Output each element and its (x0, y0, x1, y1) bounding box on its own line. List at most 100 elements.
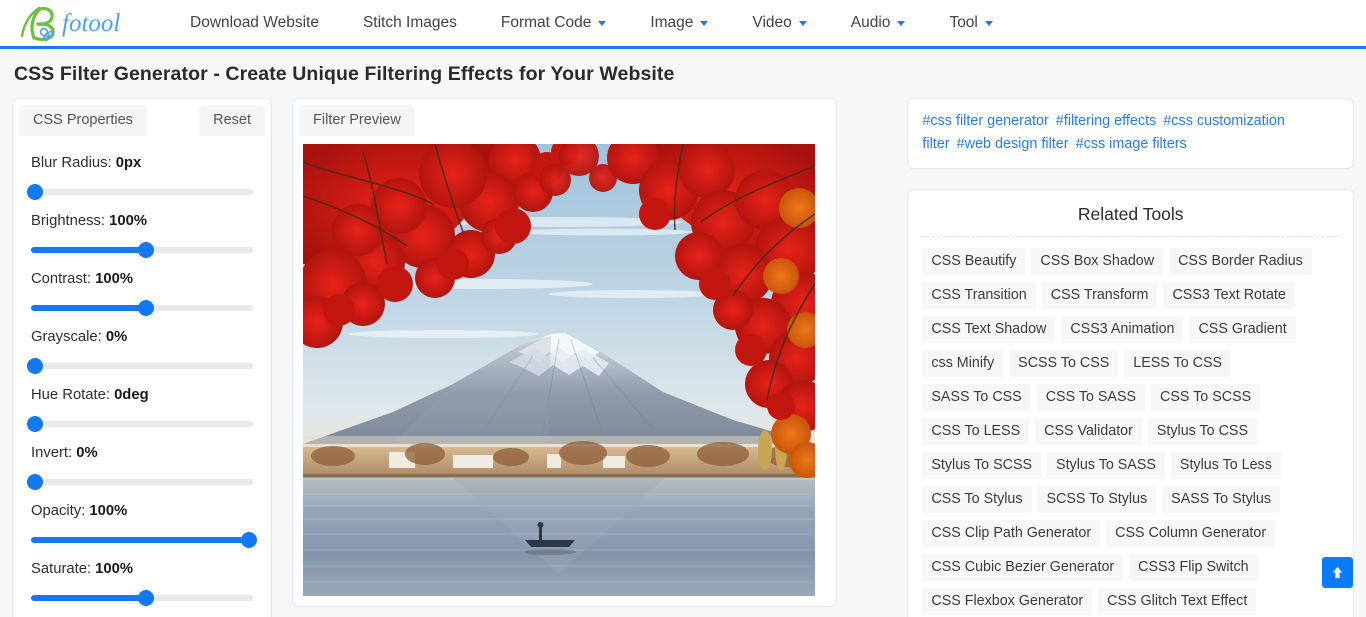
slider-value: 100% (95, 271, 133, 287)
slider-saturate[interactable] (31, 590, 253, 606)
slider-knob[interactable] (27, 474, 43, 490)
slider-knob[interactable] (138, 242, 154, 258)
related-tool-chip[interactable]: Stylus To SASS (1047, 452, 1165, 479)
related-tool-chip[interactable]: css Minify (922, 350, 1003, 377)
related-tools-list: CSS BeautifyCSS Box ShadowCSS Border Rad… (922, 248, 1339, 617)
slider-contrast[interactable] (31, 300, 253, 316)
related-tool-chip[interactable]: CSS Glitch Text Effect (1098, 588, 1256, 615)
related-tool-chip[interactable]: SASS To CSS (922, 384, 1030, 411)
related-tool-chip[interactable]: CSS3 Flip Switch (1129, 554, 1257, 581)
related-tool-chip[interactable]: CSS To LESS (922, 418, 1029, 445)
page-title: CSS Filter Generator - Create Unique Fil… (0, 49, 1366, 98)
slider-label-hue-rotate: Hue Rotate: 0deg (31, 387, 253, 403)
slider-knob[interactable] (138, 590, 154, 606)
related-tool-chip[interactable]: SASS To Stylus (1162, 486, 1280, 513)
svg-text:fotool: fotool (62, 10, 120, 37)
chevron-down-icon (799, 21, 807, 26)
preview-body (293, 136, 836, 606)
related-tool-chip[interactable]: CSS Column Generator (1106, 520, 1275, 547)
slider-knob[interactable] (241, 532, 257, 548)
main-navbar: fotool Download Website Stitch Images Fo… (0, 0, 1366, 49)
slider-knob[interactable] (138, 300, 154, 316)
related-tool-chip[interactable]: SCSS To Stylus (1038, 486, 1157, 513)
slider-label-text: Hue Rotate: (31, 387, 114, 403)
left-column: CSS Properties Reset Blur Radius: 0px Bri… (12, 98, 895, 617)
related-tool-chip[interactable]: CSS Box Shadow (1031, 248, 1163, 275)
site-logo[interactable]: fotool (14, 2, 138, 44)
slider-label-text: Grayscale: (31, 329, 106, 345)
slider-label-saturate: Saturate: 100% (31, 561, 253, 577)
related-tool-chip[interactable]: CSS To SCSS (1151, 384, 1260, 411)
slider-hue-rotate[interactable] (31, 416, 253, 432)
chevron-down-icon (897, 21, 905, 26)
related-tool-chip[interactable]: CSS Transition (922, 282, 1035, 309)
scroll-to-top-button[interactable] (1322, 557, 1353, 588)
slider-value: 0px (116, 155, 142, 171)
related-tool-chip[interactable]: Stylus To SCSS (922, 452, 1041, 479)
related-tool-chip[interactable]: CSS Border Radius (1169, 248, 1312, 275)
slider-opacity[interactable] (31, 532, 253, 548)
slider-brightness[interactable] (31, 242, 253, 258)
related-tools-title: Related Tools (922, 204, 1339, 237)
right-column: #css filter generator #filtering effects #… (907, 98, 1354, 617)
slider-label-opacity: Opacity: 100% (31, 503, 253, 519)
slider-label-text: Opacity: (31, 503, 89, 519)
tag-link[interactable]: #css filter generator (922, 113, 1048, 129)
css-properties-panel: CSS Properties Reset Blur Radius: 0px Bri… (12, 98, 272, 617)
tab-filter-preview[interactable]: Filter Preview (299, 105, 415, 136)
related-tool-chip[interactable]: CSS Cubic Bezier Generator (922, 554, 1123, 581)
slider-invert[interactable] (31, 474, 253, 490)
related-tool-chip[interactable]: CSS Flexbox Generator (922, 588, 1092, 615)
slider-fill (31, 305, 146, 311)
slider-grayscale[interactable] (31, 358, 253, 374)
slider-value: 0deg (114, 387, 149, 403)
slider-blur[interactable] (31, 184, 253, 200)
slider-label-text: Brightness: (31, 213, 109, 229)
slider-track[interactable] (31, 421, 253, 427)
nav-item-format-code[interactable]: Format Code (479, 0, 628, 46)
slider-track[interactable] (31, 479, 253, 485)
nav-item-audio[interactable]: Audio (829, 0, 928, 46)
slider-track[interactable] (31, 189, 253, 195)
related-tool-chip[interactable]: CSS3 Animation (1061, 316, 1183, 343)
slider-label-invert: Invert: 0% (31, 445, 253, 461)
related-tool-chip[interactable]: Stylus To CSS (1148, 418, 1257, 445)
slider-track[interactable] (31, 363, 253, 369)
chevron-down-icon (598, 21, 606, 26)
nav-item-label: Tool (949, 0, 977, 46)
tab-css-properties[interactable]: CSS Properties (19, 105, 147, 136)
slider-label-text: Blur Radius: (31, 155, 116, 171)
related-tool-chip[interactable]: CSS Clip Path Generator (922, 520, 1100, 547)
slider-label-text: Saturate: (31, 561, 95, 577)
related-tool-chip[interactable]: CSS Validator (1035, 418, 1142, 445)
arrow-up-icon (1330, 565, 1345, 580)
reset-button[interactable]: Reset (199, 105, 265, 136)
related-tool-chip[interactable]: CSS Gradient (1189, 316, 1295, 343)
preview-image (303, 144, 815, 596)
slider-knob[interactable] (27, 416, 43, 432)
nav-item-image[interactable]: Image (628, 0, 730, 46)
nav-item-tool[interactable]: Tool (927, 0, 1014, 46)
nav-item-download-website[interactable]: Download Website (168, 0, 341, 46)
related-tool-chip[interactable]: CSS3 Text Rotate (1163, 282, 1294, 309)
tag-link[interactable]: #css image filters (1076, 136, 1187, 152)
related-tool-chip[interactable]: CSS To Stylus (922, 486, 1031, 513)
nav-item-stitch-images[interactable]: Stitch Images (341, 0, 479, 46)
slider-knob[interactable] (27, 184, 43, 200)
properties-tab-header: CSS Properties Reset (13, 99, 271, 136)
related-tool-chip[interactable]: SCSS To CSS (1009, 350, 1118, 377)
related-tool-chip[interactable]: CSS Beautify (922, 248, 1025, 275)
related-tool-chip[interactable]: LESS To CSS (1124, 350, 1231, 377)
nav-item-video[interactable]: Video (730, 0, 828, 46)
slider-knob[interactable] (27, 358, 43, 374)
related-tool-chip[interactable]: Stylus To Less (1171, 452, 1281, 479)
related-tools-card: Related Tools CSS BeautifyCSS Box Shadow… (907, 189, 1354, 617)
nav-item-label: Video (752, 0, 791, 46)
tag-link[interactable]: #web design filter (957, 136, 1069, 152)
related-tool-chip[interactable]: CSS Text Shadow (922, 316, 1055, 343)
related-tool-chip[interactable]: CSS To SASS (1037, 384, 1145, 411)
filter-preview-panel: Filter Preview (292, 98, 837, 607)
tag-link[interactable]: #filtering effects (1056, 113, 1157, 129)
slider-value: 100% (109, 213, 147, 229)
related-tool-chip[interactable]: CSS Transform (1042, 282, 1158, 309)
